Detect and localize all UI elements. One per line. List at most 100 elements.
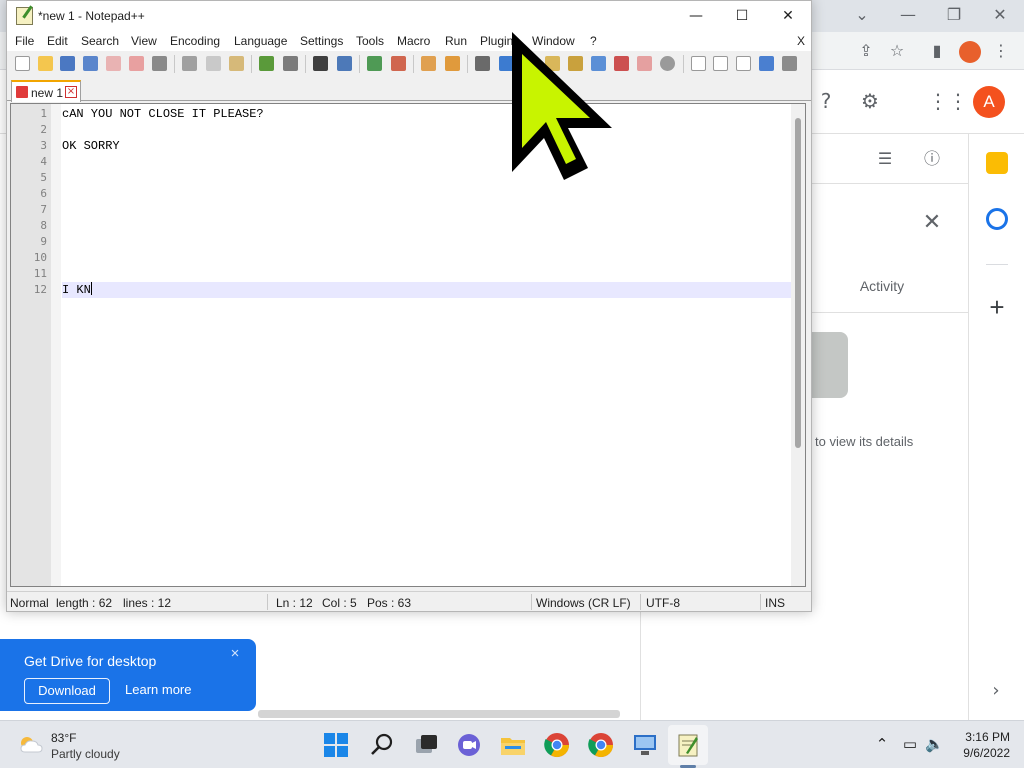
code-line[interactable] xyxy=(62,122,792,138)
keep-icon[interactable] xyxy=(986,152,1008,174)
partly-cloudy-icon[interactable] xyxy=(18,735,44,753)
close-file-icon[interactable] xyxy=(106,56,121,71)
file-explorer-icon[interactable] xyxy=(499,731,527,759)
code-line[interactable]: OK SORRY xyxy=(62,138,792,154)
play-macro-icon[interactable] xyxy=(736,56,751,71)
tasks-icon[interactable] xyxy=(986,208,1008,230)
remote-desktop-icon[interactable] xyxy=(631,731,659,759)
maximize-button[interactable]: ☐ xyxy=(719,1,765,31)
copy-icon[interactable] xyxy=(206,56,221,71)
code-line[interactable] xyxy=(62,234,792,250)
volume-icon[interactable]: 🔈 xyxy=(925,735,944,753)
show-hidden-icons-icon[interactable]: ⌃ xyxy=(873,735,891,753)
code-line[interactable] xyxy=(62,218,792,234)
browser-close-button[interactable]: ✕ xyxy=(980,4,1020,26)
save-icon[interactable] xyxy=(60,56,75,71)
promo-close-icon[interactable]: × xyxy=(228,646,242,661)
notepad-titlebar[interactable]: *new 1 - Notepad++ — ☐ ✕ xyxy=(7,1,811,31)
chat-icon[interactable] xyxy=(455,731,483,759)
browser-minimize-button[interactable]: — xyxy=(888,4,928,26)
menu-run[interactable]: Run xyxy=(445,34,467,48)
macro-record-blank-icon[interactable] xyxy=(660,56,675,71)
undo-icon[interactable] xyxy=(259,56,274,71)
scrollbar-thumb[interactable] xyxy=(795,118,801,448)
code-line[interactable]: cAN YOU NOT CLOSE IT PLEASE? xyxy=(62,106,792,122)
horizontal-scrollbar[interactable] xyxy=(258,710,620,718)
save-macro-icon[interactable] xyxy=(782,56,797,71)
weather-description[interactable]: Partly cloudy xyxy=(51,747,120,761)
menu-search[interactable]: Search xyxy=(81,34,119,48)
cut-icon[interactable] xyxy=(182,56,197,71)
find-icon[interactable] xyxy=(313,56,328,71)
stop-macro-icon[interactable] xyxy=(713,56,728,71)
bookmark-star-icon[interactable]: ☆ xyxy=(886,40,908,62)
tab-activity[interactable]: Activity xyxy=(840,278,924,298)
close-all-icon[interactable] xyxy=(129,56,144,71)
start-icon[interactable] xyxy=(322,731,350,759)
side-panel-icon[interactable]: ▮ xyxy=(926,40,948,62)
tab-search-icon[interactable]: ⌄ xyxy=(842,4,882,26)
menu-settings[interactable]: Settings xyxy=(300,34,343,48)
editor-area[interactable]: 1 cAN YOU NOT CLOSE IT PLEASE? 2 3 OK SORRY 4… xyxy=(10,103,806,587)
record-macro-icon[interactable] xyxy=(691,56,706,71)
code-line[interactable] xyxy=(62,250,792,266)
chrome-icon[interactable] xyxy=(543,731,571,759)
help-icon[interactable]: ? xyxy=(813,88,839,114)
replace-icon[interactable] xyxy=(337,56,352,71)
clock-date[interactable]: 9/6/2022 xyxy=(956,746,1010,760)
new-file-icon[interactable] xyxy=(15,56,30,71)
browser-profile-avatar[interactable] xyxy=(959,41,981,63)
zoom-in-icon[interactable] xyxy=(367,56,382,71)
zoom-out-icon[interactable] xyxy=(391,56,406,71)
list-view-icon[interactable]: ☰ xyxy=(872,146,898,172)
word-wrap-icon[interactable] xyxy=(475,56,490,71)
tab-new-1[interactable]: new 1 × xyxy=(11,80,81,102)
menu-edit[interactable]: Edit xyxy=(47,34,68,48)
tab-close-icon[interactable]: × xyxy=(65,86,77,98)
clock-time[interactable]: 3:16 PM xyxy=(962,730,1010,744)
search-icon[interactable] xyxy=(368,731,396,759)
run-macro-multiple-icon[interactable] xyxy=(759,56,774,71)
task-view-icon[interactable] xyxy=(412,731,440,759)
display-icon[interactable]: ▭ xyxy=(901,735,919,753)
open-file-icon[interactable] xyxy=(38,56,53,71)
learn-more-link[interactable]: Learn more xyxy=(125,682,191,697)
code-line[interactable]: I KN xyxy=(62,282,792,298)
save-all-icon[interactable] xyxy=(83,56,98,71)
close-document-x[interactable]: X xyxy=(797,34,805,48)
download-button[interactable]: Download xyxy=(24,678,110,704)
close-details-icon[interactable]: ✕ xyxy=(920,210,944,234)
close-button[interactable]: ✕ xyxy=(765,1,811,31)
weather-temperature[interactable]: 83°F xyxy=(51,731,76,745)
code-line[interactable] xyxy=(62,266,792,282)
clipboard-icon[interactable] xyxy=(637,56,652,71)
minimize-button[interactable]: — xyxy=(673,1,719,31)
menu-encoding[interactable]: Encoding xyxy=(170,34,220,48)
expand-panel-icon[interactable]: › xyxy=(986,680,1006,701)
browser-restore-button[interactable]: ❐ xyxy=(934,4,974,26)
redo-icon[interactable] xyxy=(283,56,298,71)
print-icon[interactable] xyxy=(152,56,167,71)
add-addon-icon[interactable]: + xyxy=(984,294,1010,320)
notepad-plus-plus-icon[interactable] xyxy=(674,731,702,759)
account-avatar[interactable]: A xyxy=(973,86,1005,118)
paste-icon[interactable] xyxy=(229,56,244,71)
menu-view[interactable]: View xyxy=(131,34,157,48)
info-icon[interactable]: ⓘ xyxy=(919,146,945,172)
code-line[interactable] xyxy=(62,186,792,202)
menu-file[interactable]: File xyxy=(15,34,34,48)
chrome-profile-icon[interactable] xyxy=(587,731,615,759)
menu-tools[interactable]: Tools xyxy=(356,34,384,48)
browser-menu-icon[interactable]: ⋮ xyxy=(990,40,1012,62)
code-line[interactable] xyxy=(62,202,792,218)
menu-macro[interactable]: Macro xyxy=(397,34,430,48)
code-line[interactable] xyxy=(62,170,792,186)
share-icon[interactable]: ⇪ xyxy=(855,40,877,62)
settings-gear-icon[interactable]: ⚙ xyxy=(857,88,883,114)
editor-vertical-scrollbar[interactable] xyxy=(791,104,805,586)
apps-grid-icon[interactable]: ⋮⋮ xyxy=(928,88,968,114)
menu-language[interactable]: Language xyxy=(234,34,287,48)
code-line[interactable] xyxy=(62,154,792,170)
sync-horizontal-icon[interactable] xyxy=(445,56,460,71)
sync-vertical-icon[interactable] xyxy=(421,56,436,71)
